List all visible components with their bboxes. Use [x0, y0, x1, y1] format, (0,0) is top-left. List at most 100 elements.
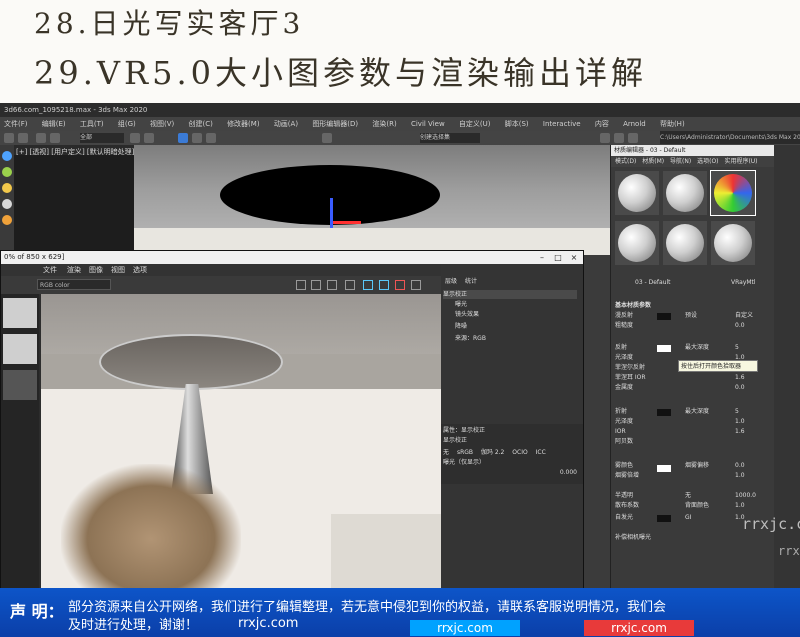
- param-value-spinner[interactable]: 1.0: [735, 471, 745, 480]
- material-slot-active[interactable]: [710, 170, 756, 216]
- color-channel-select[interactable]: RGB color: [37, 279, 111, 290]
- menu-content[interactable]: 内容: [595, 120, 609, 128]
- fb-menu-render[interactable]: 渲染: [67, 264, 81, 276]
- me-menu-material[interactable]: 材质(M): [642, 158, 664, 165]
- param-value-spinner[interactable]: 5: [735, 343, 739, 352]
- menu-interactive[interactable]: Interactive: [543, 120, 581, 128]
- compensate-exposure-checkbox[interactable]: 补偿相机曝光: [615, 533, 771, 542]
- param-value-spinner[interactable]: 1000.0: [735, 491, 756, 500]
- history-thumb[interactable]: [3, 298, 37, 328]
- snap-icon[interactable]: [322, 133, 332, 143]
- menu-file[interactable]: 文件(F): [4, 120, 28, 128]
- menu-rendering[interactable]: 渲染(R): [372, 120, 396, 128]
- move-icon[interactable]: [178, 133, 188, 143]
- param-value-spinner[interactable]: 5: [735, 407, 739, 416]
- save-image-icon[interactable]: [296, 280, 306, 290]
- viewport-label[interactable]: [+] [透视] [用户定义] [默认明暗处理]: [16, 147, 134, 157]
- me-menu-mode[interactable]: 模式(D): [615, 158, 636, 165]
- fb-menu-image[interactable]: 图像: [89, 264, 103, 276]
- menu-create[interactable]: 创建(C): [188, 120, 212, 128]
- radio-none[interactable]: 无: [443, 449, 449, 456]
- minimize-icon[interactable]: –: [535, 251, 549, 264]
- exposure-value[interactable]: 0.000: [443, 468, 577, 477]
- unlink-icon[interactable]: [50, 133, 60, 143]
- param-value-spinner[interactable]: 1.6: [735, 427, 745, 436]
- layer-denoise[interactable]: 降噪: [443, 322, 589, 331]
- site-link-3[interactable]: rrxjc.com: [584, 620, 694, 636]
- material-slot[interactable]: [711, 221, 755, 265]
- scale-icon[interactable]: [206, 133, 216, 143]
- close-icon[interactable]: ×: [567, 251, 581, 264]
- radio-ocio[interactable]: OCIO: [512, 449, 527, 456]
- region-render-icon[interactable]: [327, 280, 337, 290]
- history-thumb[interactable]: [3, 370, 37, 400]
- light-icon[interactable]: [2, 183, 12, 193]
- menu-group[interactable]: 组(G): [118, 120, 136, 128]
- redo-icon[interactable]: [18, 133, 28, 143]
- me-menu-navigation[interactable]: 导航(N): [670, 158, 691, 165]
- fb-menu-view[interactable]: 视图: [111, 264, 125, 276]
- radio-srgb[interactable]: sRGB: [457, 449, 473, 456]
- self-illum-swatch[interactable]: [657, 515, 671, 522]
- param-value-spinner[interactable]: 0.0: [735, 321, 745, 330]
- refract-swatch[interactable]: [657, 409, 671, 416]
- material-slot[interactable]: [615, 171, 659, 215]
- stop-render-icon[interactable]: [395, 280, 405, 290]
- menu-civil-view[interactable]: Civil View: [411, 120, 445, 128]
- filter-icon[interactable]: [2, 167, 12, 177]
- radio-icc[interactable]: ICC: [536, 449, 546, 456]
- lens-icon[interactable]: [379, 280, 389, 290]
- me-menu-utilities[interactable]: 实用程序(U): [724, 158, 757, 165]
- camera-icon[interactable]: [2, 199, 12, 209]
- param-value-spinner[interactable]: 1.0: [735, 501, 745, 510]
- track-mouse-icon[interactable]: [345, 280, 355, 290]
- menu-edit[interactable]: 编辑(E): [42, 120, 66, 128]
- menu-graph-editors[interactable]: 图形编辑器(D): [312, 120, 358, 128]
- menu-modifiers[interactable]: 修改器(M): [227, 120, 260, 128]
- fb-menu-file[interactable]: 文件: [43, 264, 57, 276]
- menu-arnold[interactable]: Arnold: [623, 120, 646, 128]
- move-gizmo-x-axis[interactable]: [333, 221, 361, 224]
- selection-filter-dropdown[interactable]: 全部: [80, 133, 124, 143]
- material-slot[interactable]: [663, 221, 707, 265]
- layer-icon[interactable]: [2, 215, 12, 225]
- layer-exposure[interactable]: 曝光: [443, 300, 589, 309]
- rotate-icon[interactable]: [192, 133, 202, 143]
- layer-source[interactable]: 来源：RGB: [443, 334, 589, 343]
- site-link-2[interactable]: rrxjc.com: [410, 620, 520, 636]
- layer-display-correction[interactable]: 显示校正: [443, 290, 577, 299]
- param-value-spinner[interactable]: 0.0: [735, 461, 745, 470]
- undo-icon[interactable]: [4, 133, 14, 143]
- menu-tools[interactable]: 工具(T): [80, 120, 104, 128]
- material-name[interactable]: 03 - Default: [635, 279, 671, 286]
- material-type-button[interactable]: VRayMtl: [731, 279, 756, 286]
- site-link-1[interactable]: rrxjc.com: [238, 616, 298, 631]
- fog-color-swatch[interactable]: [657, 465, 671, 472]
- param-value-spinner[interactable]: 0.0: [735, 383, 745, 392]
- history-thumb[interactable]: [3, 334, 37, 364]
- section-basic-params[interactable]: 基本材质参数: [615, 301, 771, 310]
- select-by-name-icon[interactable]: [144, 133, 154, 143]
- param-value-spinner[interactable]: 1.6: [735, 373, 745, 382]
- param-value-spinner[interactable]: 1.0: [735, 417, 745, 426]
- me-menu-options[interactable]: 选项(O): [697, 158, 718, 165]
- render-again-icon[interactable]: [411, 280, 421, 290]
- menu-customize[interactable]: 自定义(U): [459, 120, 491, 128]
- colorspace-radios[interactable]: 无 sRGB 伽玛 2.2 OCIO ICC: [443, 448, 577, 457]
- scene-explorer-icon[interactable]: [2, 151, 12, 161]
- layer-lens-effects[interactable]: 镜头效果: [443, 310, 589, 319]
- material-slot[interactable]: [663, 171, 707, 215]
- tab-stats[interactable]: 统计: [465, 276, 477, 285]
- selection-set-dropdown[interactable]: 创建选择集: [420, 133, 480, 143]
- render-icon[interactable]: [628, 133, 638, 143]
- tab-layers[interactable]: 层级: [445, 276, 457, 285]
- render-frame-icon[interactable]: [614, 133, 624, 143]
- material-slot[interactable]: [615, 221, 659, 265]
- render-setup-icon[interactable]: [600, 133, 610, 143]
- history-icon[interactable]: [363, 280, 373, 290]
- param-value-spinner[interactable]: 自定义: [735, 311, 753, 320]
- menu-animation[interactable]: 动画(A): [274, 120, 298, 128]
- fb-menu-options[interactable]: 选项: [133, 264, 147, 276]
- load-image-icon[interactable]: [311, 280, 321, 290]
- menu-help[interactable]: 帮助(H): [660, 120, 685, 128]
